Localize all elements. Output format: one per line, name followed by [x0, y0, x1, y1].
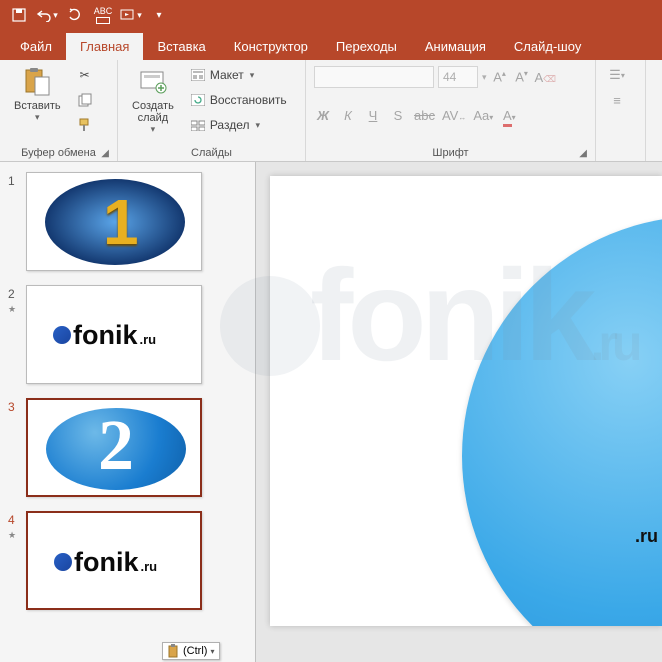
- transition-star-icon: ★: [8, 530, 16, 540]
- italic-button[interactable]: К: [339, 108, 357, 123]
- group-paragraph: ☰▾ ≡: [596, 60, 646, 161]
- slide-preview: fonik .ru: [26, 285, 202, 384]
- paste-button[interactable]: Вставить ▾: [8, 64, 67, 145]
- underline-button[interactable]: Ч: [364, 108, 382, 123]
- group-paragraph-label: [604, 157, 637, 159]
- slide-thumbnail[interactable]: 2★ fonik .ru: [8, 285, 247, 384]
- align-left-button[interactable]: ≡: [604, 89, 630, 111]
- new-slide-button[interactable]: Создать слайд ▾: [126, 64, 180, 145]
- slide-number: 4★: [8, 511, 26, 610]
- layout-button[interactable]: Макет▾: [186, 64, 291, 86]
- tab-transitions[interactable]: Переходы: [322, 33, 411, 60]
- group-slides: Создать слайд ▾ Макет▾ Восстановить Разд…: [118, 60, 306, 161]
- new-slide-label: Создать слайд: [132, 100, 174, 124]
- slide-thumbnail[interactable]: 3 2: [8, 398, 247, 497]
- copy-icon: [77, 92, 93, 108]
- slide-canvas[interactable]: .ru: [256, 162, 662, 662]
- paste-icon: [21, 66, 53, 98]
- save-icon[interactable]: [6, 2, 32, 28]
- fonik-logo-icon: [54, 553, 72, 571]
- cut-icon: ✂: [77, 67, 93, 83]
- clear-format-icon[interactable]: A⌫: [535, 70, 556, 85]
- clipboard-launcher-icon[interactable]: ◢: [101, 148, 109, 159]
- touch-mode-icon[interactable]: ABC: [90, 2, 116, 28]
- start-slideshow-icon[interactable]: ▾: [118, 2, 144, 28]
- current-slide: .ru: [270, 176, 662, 626]
- tab-design[interactable]: Конструктор: [220, 33, 322, 60]
- redo-icon[interactable]: [62, 2, 88, 28]
- slide-number: 3: [8, 398, 26, 497]
- slide-text-ru: .ru: [635, 526, 658, 547]
- strike-button[interactable]: abc: [414, 108, 435, 123]
- bullets-button[interactable]: ☰▾: [604, 64, 630, 86]
- decrease-font-icon[interactable]: A▾: [513, 69, 531, 84]
- bold-button[interactable]: Ж: [314, 108, 332, 123]
- group-clipboard: Вставить ▾ ✂ Буфер обмена ◢: [0, 60, 118, 161]
- tab-home[interactable]: Главная: [66, 33, 143, 60]
- ribbon: Вставить ▾ ✂ Буфер обмена ◢ Создать слай…: [0, 60, 662, 162]
- font-color-button[interactable]: A▾: [500, 108, 518, 123]
- group-clipboard-label: Буфер обмена ◢: [8, 145, 109, 159]
- ribbon-tabs: Файл Главная Вставка Конструктор Переход…: [0, 30, 662, 60]
- section-icon: [190, 117, 206, 133]
- group-font-label: Шрифт ◢: [314, 145, 587, 159]
- reset-button[interactable]: Восстановить: [186, 89, 291, 111]
- slide-preview: fonik .ru: [26, 511, 202, 610]
- transition-star-icon: ★: [8, 304, 16, 314]
- slide-thumbnail[interactable]: 4★ fonik .ru: [8, 511, 247, 610]
- slide-thumbnail[interactable]: 1 1: [8, 172, 247, 271]
- undo-icon[interactable]: ▾: [34, 2, 60, 28]
- slide-thumbnails-panel: 1 1 2★ fonik .ru 3 2 4★: [0, 162, 256, 662]
- tab-animations[interactable]: Анимация: [411, 33, 500, 60]
- tab-file[interactable]: Файл: [6, 33, 66, 60]
- new-slide-icon: [137, 66, 169, 98]
- cut-button[interactable]: ✂: [73, 64, 97, 86]
- font-name-combo[interactable]: [314, 66, 434, 88]
- reset-icon: [190, 92, 206, 108]
- group-slides-label: Слайды: [126, 145, 297, 159]
- paste-options-popup[interactable]: (Ctrl) ▾: [162, 642, 220, 660]
- title-bar: ▾ ABC ▾ ▾: [0, 0, 662, 30]
- format-painter-button[interactable]: [73, 114, 97, 136]
- main-area: 1 1 2★ fonik .ru 3 2 4★: [0, 162, 662, 662]
- layout-icon: [190, 67, 206, 83]
- fonik-logo-icon: [53, 326, 71, 344]
- clipboard-icon: [168, 644, 180, 658]
- font-launcher-icon[interactable]: ◢: [579, 148, 587, 159]
- font-size-combo[interactable]: [438, 66, 478, 88]
- slide-shape-circle: [462, 216, 662, 626]
- change-case-button[interactable]: Aa▾: [473, 108, 493, 123]
- shadow-button[interactable]: S: [389, 108, 407, 123]
- tab-slideshow[interactable]: Слайд-шоу: [500, 33, 595, 60]
- slide-preview: 1: [26, 172, 202, 271]
- tab-insert[interactable]: Вставка: [143, 33, 219, 60]
- quick-access-toolbar: ▾ ABC ▾ ▾: [6, 2, 172, 28]
- slide-preview: 2: [26, 398, 202, 497]
- slide-number: 2★: [8, 285, 26, 384]
- slide-number: 1: [8, 172, 26, 271]
- paste-label: Вставить: [14, 100, 61, 112]
- format-painter-icon: [77, 117, 93, 133]
- section-button[interactable]: Раздел▾: [186, 114, 291, 136]
- qat-customize-icon[interactable]: ▾: [146, 2, 172, 28]
- group-font: ▾ A▴ A▾ A⌫ Ж К Ч S abc AV↔ Aa▾ A▾ Шрифт …: [306, 60, 596, 161]
- char-spacing-button[interactable]: AV↔: [442, 108, 466, 123]
- increase-font-icon[interactable]: A▴: [491, 69, 509, 84]
- copy-button[interactable]: [73, 89, 97, 111]
